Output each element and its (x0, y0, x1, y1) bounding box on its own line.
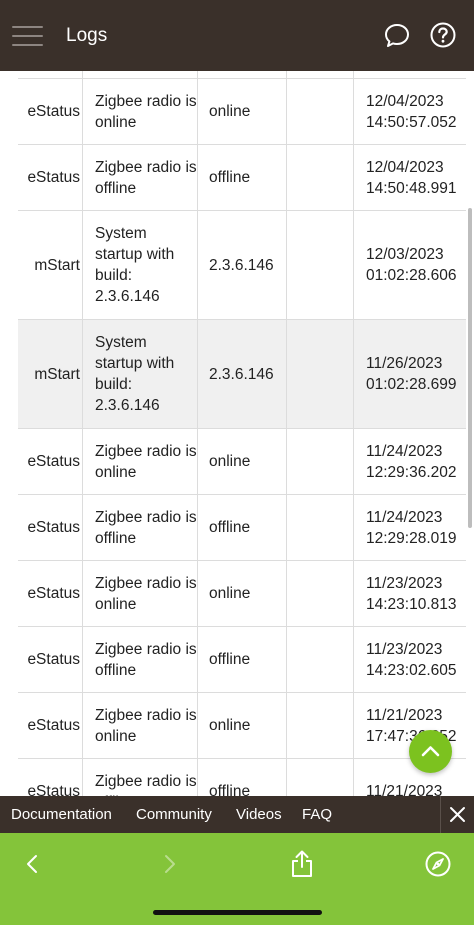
scroll-to-top-button[interactable] (409, 730, 452, 773)
log-type-cell (18, 71, 83, 79)
table-row[interactable]: mStart System startup with build: 2.3.6.1… (18, 320, 466, 429)
log-time-cell: 11/23/2023 14:23:02.605 (354, 627, 466, 693)
log-type-cell: eStatus (18, 495, 83, 561)
compass-icon[interactable] (424, 850, 452, 878)
menu-icon[interactable] (12, 24, 43, 48)
table-row[interactable]: eStatus Zigbee radio is online online 12/04… (18, 79, 466, 145)
log-value-cell: 2.3.6.146 (198, 211, 287, 320)
log-type-cell: eStatus (18, 693, 83, 759)
log-value-cell (198, 71, 287, 79)
log-type-cell: mStart (18, 320, 83, 429)
log-extra-cell (287, 429, 354, 495)
table-row[interactable]: mStart System startup with build: 2.3.6.1… (18, 211, 466, 320)
faq-link[interactable]: FAQ (302, 806, 332, 823)
scrollbar-thumb[interactable] (468, 208, 472, 528)
log-message-cell: Zigbee radio is offline (83, 145, 198, 211)
close-footer-button[interactable] (440, 796, 474, 833)
community-link[interactable]: Community (136, 806, 212, 823)
log-table-viewport[interactable]: eStatus Zigbee radio is online online 12/04… (0, 71, 466, 796)
table-row[interactable]: eStatus Zigbee radio is online online 11/23… (18, 561, 466, 627)
log-extra-cell (287, 693, 354, 759)
log-extra-cell (287, 759, 354, 796)
log-time-cell: 11/26/2023 01:02:28.699 (354, 320, 466, 429)
videos-link[interactable]: Videos (236, 806, 282, 823)
help-icon[interactable] (429, 21, 457, 49)
log-value-cell: online (198, 693, 287, 759)
log-type-cell: eStatus (18, 429, 83, 495)
table-row[interactable]: eStatusZigbee radio is offlineoffline 11/… (18, 495, 466, 561)
log-value-cell: offline (198, 759, 287, 796)
table-row[interactable]: eStatus Zigbee radio is online online 11/21… (18, 693, 466, 759)
home-indicator (153, 910, 322, 915)
log-extra-cell (287, 627, 354, 693)
table-row[interactable]: eStatusZigbee radio is offlineoffline 11/… (18, 759, 466, 796)
log-value-cell: offline (198, 627, 287, 693)
log-extra-cell (287, 71, 354, 79)
app-header: Logs (0, 0, 474, 71)
log-extra-cell (287, 145, 354, 211)
log-time-cell: 12/04/2023 14:50:48.991 (354, 145, 466, 211)
log-value-cell: 2.3.6.146 (198, 320, 287, 429)
log-type-cell: eStatus (18, 145, 83, 211)
log-table: eStatus Zigbee radio is online online 12/04… (18, 71, 466, 796)
log-message-cell: Zigbee radio is offline (83, 759, 198, 796)
log-extra-cell (287, 211, 354, 320)
log-time-cell: 11/23/2023 14:23:10.813 (354, 561, 466, 627)
log-type-cell: eStatus (18, 759, 83, 796)
browser-toolbar (0, 833, 474, 925)
table-row[interactable]: eStatus Zigbee radio is online online 11/24… (18, 429, 466, 495)
log-message-cell (83, 71, 198, 79)
log-value-cell: online (198, 429, 287, 495)
table-row[interactable]: eStatus Zigbee radio is offline offline 12/… (18, 145, 466, 211)
log-type-cell: mStart (18, 211, 83, 320)
back-icon[interactable] (22, 853, 44, 875)
log-time-cell: 12/04/2023 14:50:57.052 (354, 79, 466, 145)
log-type-cell: eStatus (18, 627, 83, 693)
log-time-cell: 11/24/2023 12:29:36.202 (354, 429, 466, 495)
chevron-up-icon (421, 746, 440, 757)
table-row[interactable]: eStatusZigbee radio is offlineoffline 11/… (18, 627, 466, 693)
log-time-cell: 12/03/2023 01:02:28.606 (354, 211, 466, 320)
log-extra-cell (287, 561, 354, 627)
log-value-cell: online (198, 561, 287, 627)
chat-bubble-icon[interactable] (383, 21, 411, 49)
log-message-cell: System startup with build: 2.3.6.146 (83, 320, 198, 429)
footer-links-bar: Documentation Community Videos FAQ (0, 796, 474, 833)
log-message-cell: Zigbee radio is online (83, 693, 198, 759)
log-value-cell: offline (198, 495, 287, 561)
log-extra-cell (287, 79, 354, 145)
log-message-cell: Zigbee radio is offline (83, 627, 198, 693)
log-message-cell: Zigbee radio is online (83, 561, 198, 627)
log-time-cell (354, 71, 466, 79)
table-row[interactable] (18, 71, 466, 79)
log-type-cell: eStatus (18, 79, 83, 145)
page-title: Logs (66, 25, 108, 46)
share-icon[interactable] (288, 849, 316, 879)
log-message-cell: System startup with build: 2.3.6.146 (83, 211, 198, 320)
log-message-cell: Zigbee radio is online (83, 79, 198, 145)
log-type-cell: eStatus (18, 561, 83, 627)
log-extra-cell (287, 320, 354, 429)
log-time-cell: 11/24/2023 12:29:28.019 (354, 495, 466, 561)
log-value-cell: online (198, 79, 287, 145)
documentation-link[interactable]: Documentation (11, 806, 112, 823)
log-extra-cell (287, 495, 354, 561)
close-icon (450, 807, 465, 822)
log-message-cell: Zigbee radio is online (83, 429, 198, 495)
log-message-cell: Zigbee radio is offline (83, 495, 198, 561)
log-time-cell: 11/21/2023 (354, 759, 466, 796)
forward-icon[interactable] (158, 853, 180, 875)
log-value-cell: offline (198, 145, 287, 211)
